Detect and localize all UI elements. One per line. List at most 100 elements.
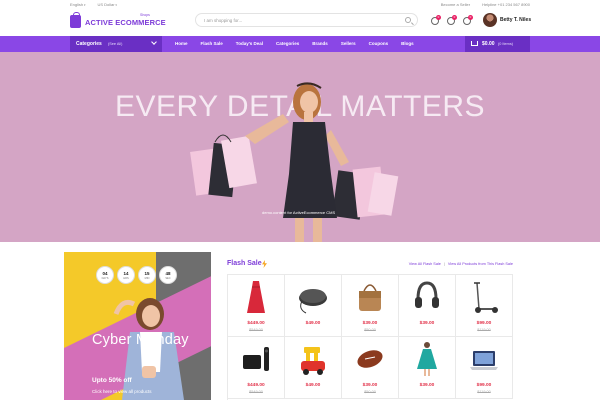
product-card[interactable]: $49.00: [285, 337, 342, 399]
product-price: $39.00: [362, 321, 378, 326]
football-image: [357, 350, 383, 368]
countdown-timer: 04 DAYS 14 HRS 15 MIN 48 SEC: [96, 266, 177, 284]
nav-blogs[interactable]: Blogs: [401, 41, 414, 46]
view-all-flash-sale-link[interactable]: View All Flash Sale: [409, 262, 441, 266]
promo-banner[interactable]: 04 DAYS 14 HRS 15 MIN 48 SEC Cyber Monda…: [64, 252, 211, 400]
countdown-unit: MIN: [144, 277, 150, 280]
logo-superscript: Shops: [140, 13, 150, 17]
search-icon[interactable]: [405, 17, 411, 23]
search-input[interactable]: I am shopping for...: [204, 18, 242, 23]
promo-link[interactable]: Click here to view all products: [92, 389, 152, 394]
flash-sale-grid: $449.00 $549.00 $49.00 $39.00 $50.00 $39…: [227, 274, 513, 400]
product-old-price: $549.00: [249, 328, 263, 332]
countdown-seconds: 48 SEC: [159, 266, 177, 284]
nav-todays-deal[interactable]: Today's Deal: [236, 41, 263, 46]
view-flash-products-link[interactable]: View All Products from This Flash Sale: [448, 262, 513, 266]
avatar[interactable]: [483, 13, 497, 27]
heart-icon[interactable]: 0: [447, 15, 457, 25]
cart-icon: [471, 41, 478, 46]
product-price: $99.00: [476, 321, 492, 326]
notification-count: 0: [468, 15, 473, 20]
countdown-unit: HRS: [123, 277, 129, 280]
product-price: $49.00: [305, 383, 321, 388]
bell-icon[interactable]: 0: [463, 15, 473, 25]
countdown-unit: SEC: [165, 277, 171, 280]
shopping-bag-icon: [70, 12, 81, 28]
apple-tv-image: [243, 347, 269, 371]
headphones-image: [415, 281, 439, 308]
promo-title: Cyber Monday: [92, 332, 189, 348]
chevron-down-icon: [151, 39, 157, 45]
nav-flash-sale[interactable]: Flash Sale: [201, 41, 223, 46]
countdown-minutes: 15 MIN: [138, 266, 156, 284]
compare-count: 0: [436, 15, 441, 20]
countdown-hours: 14 HRS: [117, 266, 135, 284]
nav-home[interactable]: Home: [175, 41, 188, 46]
product-card[interactable]: $449.00 $549.00: [228, 337, 285, 399]
wireless-charger-image: [299, 289, 327, 314]
become-seller-link[interactable]: Become a Seller: [441, 2, 470, 7]
product-price: $39.00: [362, 383, 378, 388]
product-old-price: $50.00: [364, 328, 376, 332]
teal-dress-image: [417, 342, 437, 376]
product-card[interactable]: $99.00 $119.00: [456, 275, 513, 337]
lightning-icon: [262, 260, 267, 268]
product-card[interactable]: $49.00: [285, 275, 342, 337]
product-card[interactable]: $99.00 $119.00: [456, 337, 513, 399]
product-card[interactable]: $39.00: [399, 337, 456, 399]
compare-icon[interactable]: 0: [431, 15, 441, 25]
flash-sale-title: Flash Sale: [227, 260, 262, 267]
categories-dropdown[interactable]: Categories (See All): [70, 36, 162, 52]
currency-selector[interactable]: US Dollar: [97, 2, 116, 7]
wishlist-count: 0: [452, 15, 457, 20]
product-price: $39.00: [419, 383, 435, 388]
hero-banner[interactable]: EVERY DETAIL MATTERS demo.content for Ac…: [0, 52, 600, 242]
countdown-value: 15: [144, 271, 150, 276]
link-separator: |: [443, 262, 445, 266]
cart-items: (0 Items): [498, 41, 513, 46]
top-utility-bar: English US Dollar Become a Seller Helpli…: [0, 0, 600, 9]
product-price: $449.00: [247, 383, 265, 388]
countdown-value: 14: [123, 271, 129, 276]
nav-categories[interactable]: Categories: [276, 41, 299, 46]
cart-button[interactable]: $0.00 (0 Items): [465, 36, 530, 52]
logo-text: ACTIVE ECOMMERCE: [85, 18, 166, 27]
cart-amount: $0.00: [482, 41, 495, 47]
nav-sellers[interactable]: Sellers: [341, 41, 356, 46]
username[interactable]: Betty T. Niles: [500, 17, 531, 23]
product-card[interactable]: $39.00 $50.00: [342, 275, 399, 337]
countdown-days: 04 DAYS: [96, 266, 114, 284]
categories-see-all[interactable]: (See All): [108, 42, 122, 46]
product-old-price: $119.00: [477, 328, 491, 332]
promo-offer: Upto 50% off: [92, 377, 132, 384]
search-bar[interactable]: I am shopping for...: [195, 13, 418, 27]
electric-scooter-image: [474, 282, 498, 313]
main-nav: Categories (See All) Home Flash Sale Tod…: [0, 36, 600, 52]
product-old-price: $549.00: [249, 390, 263, 394]
product-price: $449.00: [247, 321, 265, 326]
flash-sale-header: Flash Sale View All Flash Sale | View All …: [227, 260, 513, 272]
countdown-value: 04: [102, 271, 108, 276]
product-old-price: $50.00: [364, 390, 376, 394]
product-price: $49.00: [305, 321, 321, 326]
language-selector[interactable]: English: [70, 2, 85, 7]
nav-brands[interactable]: Brands: [312, 41, 328, 46]
site-logo[interactable]: ACTIVE ECOMMERCE Shops: [70, 12, 166, 31]
nav-coupons[interactable]: Coupons: [369, 41, 389, 46]
product-card[interactable]: $39.00: [399, 275, 456, 337]
product-price: $39.00: [419, 321, 435, 326]
laptop-image: [470, 351, 498, 370]
countdown-unit: DAYS: [101, 277, 109, 280]
product-card[interactable]: $39.00 $50.00: [342, 337, 399, 399]
product-card[interactable]: $449.00 $549.00: [228, 275, 285, 337]
countdown-value: 48: [165, 271, 171, 276]
categories-title: Categories: [76, 41, 102, 47]
helpline-text: Helpline +01 234 567 8900: [482, 2, 530, 7]
toy-car-image: [301, 347, 325, 375]
product-price: $99.00: [476, 383, 492, 388]
site-header: ACTIVE ECOMMERCE Shops I am shopping for…: [0, 9, 600, 36]
product-old-price: $119.00: [477, 390, 491, 394]
hero-credit: demo.content for ActiveEcommerce CMS: [262, 210, 336, 215]
leather-bag-image: [359, 284, 381, 311]
hero-model-image: [190, 82, 399, 242]
